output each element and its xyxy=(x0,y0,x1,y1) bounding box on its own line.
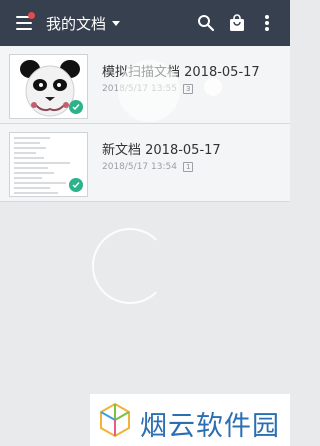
document-row[interactable]: 模拟扫描文档 2018-05-17 2018/5/17 13:55 3 xyxy=(0,46,290,124)
page-count-badge: 1 xyxy=(182,162,194,172)
shopping-bag-icon[interactable] xyxy=(229,14,245,32)
touch-ripple xyxy=(118,60,180,122)
folder-selector[interactable]: 我的文档 xyxy=(46,13,121,34)
loading-spinner xyxy=(92,228,168,304)
document-thumbnail xyxy=(9,54,88,119)
top-app-bar: 我的文档 xyxy=(0,0,290,46)
page-count-badge: 3 xyxy=(182,84,194,94)
search-icon[interactable] xyxy=(197,14,215,32)
page-title: 我的文档 xyxy=(46,15,107,33)
document-name: 新文档 2018-05-17 xyxy=(102,143,221,158)
document-meta: 2018/5/17 13:54 1 xyxy=(102,162,194,172)
document-thumbnail xyxy=(9,132,88,197)
document-date: 2018/5/17 13:54 xyxy=(102,162,177,172)
document-row[interactable]: 新文档 2018-05-17 2018/5/17 13:54 1 xyxy=(0,124,290,202)
synced-cloud-icon xyxy=(69,178,83,192)
watermark: 烟云软件园 xyxy=(90,394,290,446)
touch-ripple xyxy=(204,78,222,96)
watermark-text: 烟云软件园 xyxy=(140,411,280,442)
more-vert-icon[interactable] xyxy=(262,14,272,32)
notification-dot xyxy=(28,12,35,19)
synced-cloud-icon xyxy=(69,100,83,114)
dropdown-caret-icon xyxy=(112,21,121,26)
watermark-logo-icon xyxy=(100,402,130,438)
